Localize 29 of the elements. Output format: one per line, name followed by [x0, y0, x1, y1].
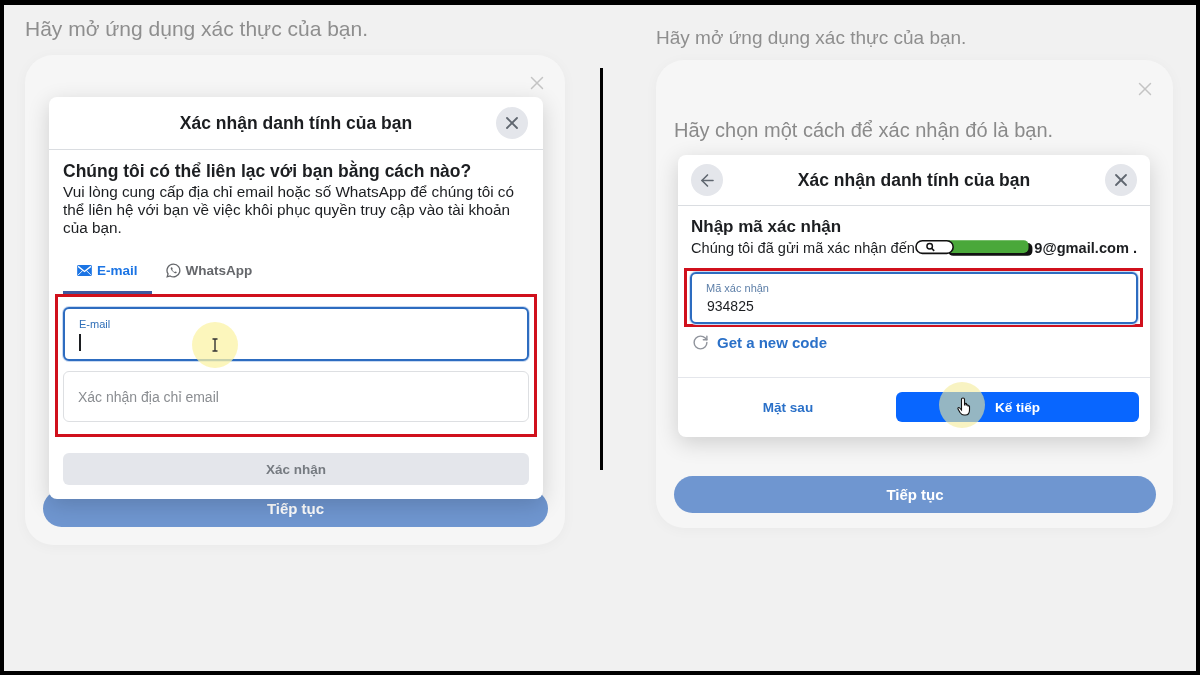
page-subheading: Hãy chọn một cách để xác nhận đó là bạn.	[674, 118, 1055, 142]
close-button[interactable]	[496, 107, 528, 139]
field-label: E-mail	[79, 318, 111, 331]
redaction-bar-icon	[914, 239, 1035, 257]
back-button[interactable]: Mặt sau	[690, 392, 886, 422]
envelope-icon	[77, 265, 92, 276]
field-label: Mã xác nhận	[706, 282, 769, 295]
tab[interactable]: WhatsApp	[151, 247, 267, 294]
email-address: 9@gmail.com .	[1034, 240, 1137, 256]
dialog-title: Xác nhận danh tính của bạn	[796, 169, 1032, 191]
input-field[interactable]	[63, 307, 529, 361]
dialog-description: Vui lòng cung cấp địa chỉ email hoặc số WhatsApp để chúng tôi có thể liên hệ với bạn về việc khôi phục quyền truy cập vào tài khoản của bạn.	[63, 183, 515, 237]
sent-message: Chúng tôi đã gửi mã xác nhận đến	[691, 240, 915, 256]
tab[interactable]: E-mail	[63, 247, 152, 294]
next-button[interactable]: Kế tiếp	[896, 392, 1139, 422]
dialog-title: Xác nhận danh tính của bạn	[178, 112, 414, 134]
continue-button[interactable]: Tiếp tục	[674, 476, 1156, 513]
refresh-icon	[692, 333, 709, 351]
page-heading: Hãy mở ứng dụng xác thực của bạn.	[656, 26, 968, 50]
page-heading: Hãy mở ứng dụng xác thực của bạn.	[25, 17, 370, 41]
dialog-heading: Nhập mã xác nhận	[691, 216, 843, 237]
hand-cursor-highlight-icon	[939, 382, 985, 428]
back-button[interactable]	[691, 164, 723, 196]
dialog-question: Chúng tôi có thể liên lạc với bạn bằng cách nào?	[63, 160, 473, 182]
whatsapp-icon	[165, 263, 181, 278]
close-button[interactable]	[1105, 164, 1137, 196]
new-code-link[interactable]: Get a new code	[717, 333, 828, 351]
text-caret-icon	[79, 334, 81, 351]
text-cursor-highlight-icon	[192, 322, 238, 368]
